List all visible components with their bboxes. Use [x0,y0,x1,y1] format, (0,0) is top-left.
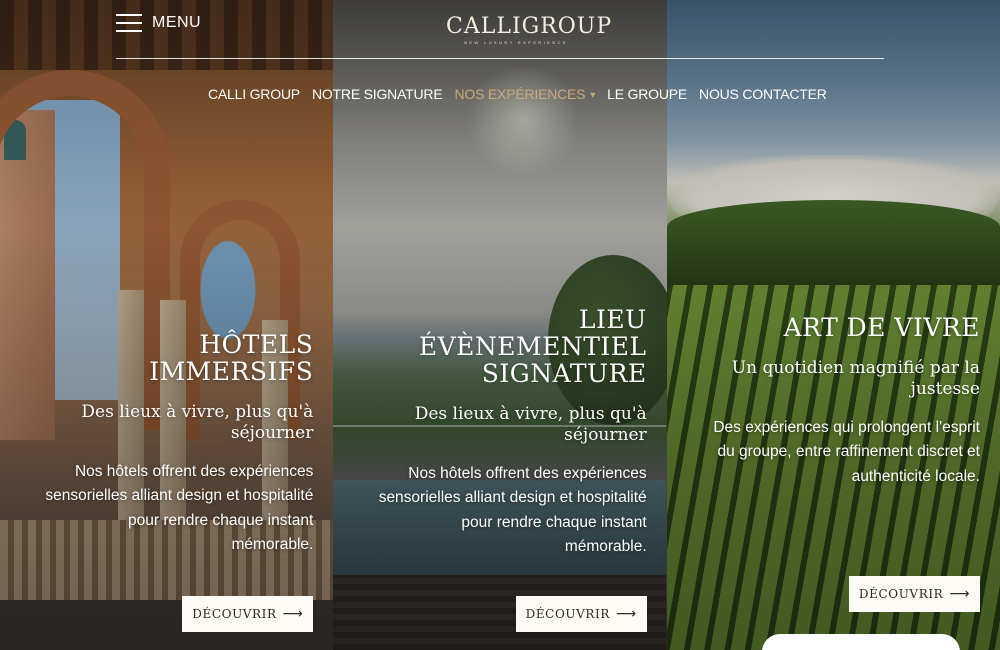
discover-button-label: DÉCOUVRIR [525,607,610,621]
logo-tagline: NEW LUXURY EXPERIENCE [464,40,568,45]
nav-item-nos-experiences[interactable]: NOS EXPÉRIENCES ▾ [454,86,595,102]
arrow-right-icon: ⟶ [949,586,970,602]
header-divider [116,58,884,59]
discover-button[interactable]: DÉCOUVRIR ⟶ [848,576,980,612]
menu-button[interactable]: MENU [116,14,201,32]
panel-content: HÔTELS IMMERSIFS Des lieux à vivre, plus… [43,331,313,557]
chevron-down-icon: ▾ [590,89,596,101]
logo[interactable]: CALLIGROUP NEW LUXURY EXPERIENCE [446,14,613,45]
arrow-right-icon: ⟶ [282,606,304,622]
discover-button[interactable]: DÉCOUVRIR ⟶ [182,596,314,632]
site-header: MENU CALLIGROUP NEW LUXURY EXPERIENCE CA… [0,0,1000,120]
nav-item-le-groupe[interactable]: LE GROUPE [607,86,687,102]
nav-item-calli-group[interactable]: CALLI GROUP [208,86,300,102]
menu-label: MENU [152,14,202,31]
panel-title: HÔTELS IMMERSIFS [149,330,314,386]
panel-subtitle: Des lieux à vivre, plus qu'à séjourner [414,404,647,445]
panel-title: ART DE VIVRE [783,313,980,342]
nav-item-notre-signature[interactable]: NOTRE SIGNATURE [312,86,443,102]
nav-item-label: NOS EXPÉRIENCES [454,86,586,102]
panel-subtitle: Un quotidien magnifié par la justesse [731,358,980,399]
panel-subtitle: Des lieux à vivre, plus qu'à séjourner [81,402,314,443]
panel-content: ART DE VIVRE Un quotidien magnifié par l… [710,314,980,489]
panel-description: Nos hôtels offrent des expériences senso… [45,463,314,553]
arrow-right-icon: ⟶ [615,606,637,622]
floating-widget[interactable] [762,634,960,650]
hamburger-icon [116,14,142,32]
discover-button-label: DÉCOUVRIR [858,587,944,601]
discover-button[interactable]: DÉCOUVRIR ⟶ [515,596,647,632]
panel-description: Des expériences qui prolongent l'esprit … [713,419,980,485]
main-nav: CALLI GROUP NOTRE SIGNATURE NOS EXPÉRIEN… [208,86,827,102]
logo-text: CALLIGROUP [446,14,613,39]
nav-item-nous-contacter[interactable]: NOUS CONTACTER [699,86,827,102]
panel-title: LIEU ÉVÈNEMENTIEL SIGNATURE [418,305,647,388]
panel-content: LIEU ÉVÈNEMENTIEL SIGNATURE Des lieux à … [377,306,647,559]
discover-button-label: DÉCOUVRIR [192,607,277,621]
panel-description: Nos hôtels offrent des expériences senso… [378,465,647,555]
